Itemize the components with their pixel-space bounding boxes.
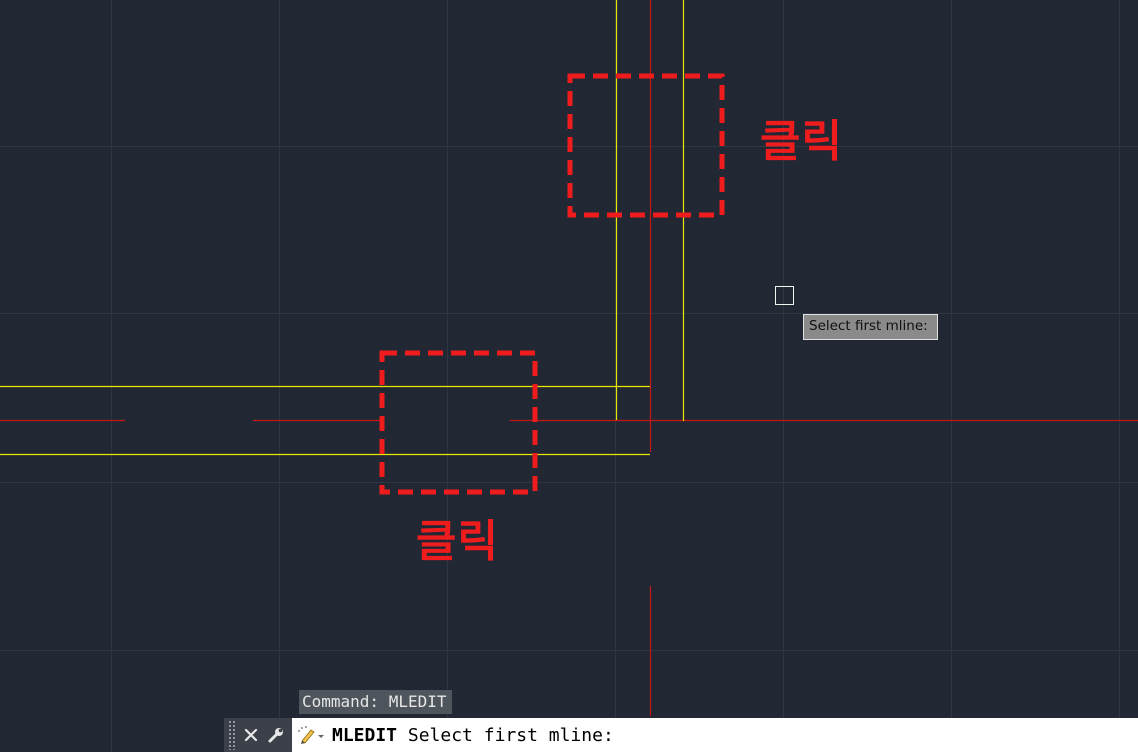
command-history-line: Command: MLEDIT [299,690,452,714]
centerlines [0,0,1138,716]
multilines[interactable] [0,0,685,456]
close-icon[interactable] [240,718,262,752]
drawing-canvas[interactable] [0,0,1138,752]
command-input[interactable]: MLEDIT Select first mline: [332,725,614,746]
command-line-controls [224,718,292,752]
highlight-box-top [567,73,725,218]
wrench-icon[interactable] [265,718,287,752]
command-line-bar[interactable]: MLEDIT Select first mline: [224,718,1138,752]
dynamic-input-tooltip: Select first mline: [803,314,938,340]
pencil-prompt-icon[interactable] [292,718,330,752]
command-name: MLEDIT [332,724,398,746]
click-annotation-bottom: 클릭 [416,516,499,567]
pickbox-cursor [775,286,794,305]
drawing-svg[interactable] [0,0,1138,752]
drag-grip-handle[interactable] [228,720,237,750]
grid [0,0,1138,752]
command-prompt-text: Select first mline: [407,724,614,746]
highlight-box-bottom [379,350,538,495]
click-annotation-top: 클릭 [760,116,843,167]
